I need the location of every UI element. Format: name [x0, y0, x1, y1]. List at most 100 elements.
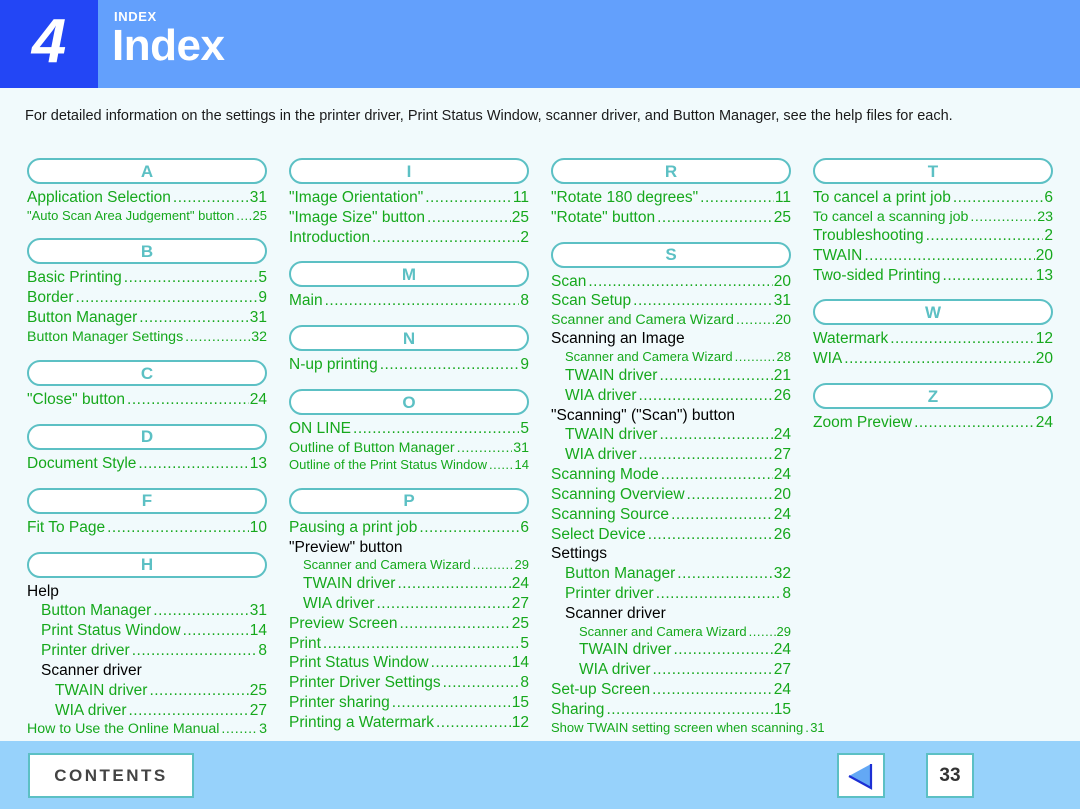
index-entry-label: WIA driver: [565, 386, 637, 404]
index-entry-page: 24: [773, 680, 791, 698]
index-entry-link[interactable]: "Image Size" button.....................…: [289, 208, 529, 228]
index-entry-link[interactable]: Scan....................................…: [551, 272, 791, 292]
index-entry-label: Printer driver: [41, 642, 130, 660]
index-entry-link[interactable]: Printer sharing.........................…: [289, 693, 529, 713]
index-entry-label: Outline of the Print Status Window: [289, 457, 487, 473]
index-entry-link[interactable]: Button Manager..........................…: [551, 564, 791, 584]
index-entry-label: Scanner and Camera Wizard: [579, 623, 747, 639]
index-entry-link[interactable]: Fit To Page.............................…: [27, 518, 267, 538]
index-entry-link[interactable]: TWAIN driver............................…: [289, 574, 529, 594]
index-entry-link[interactable]: Preview Screen..........................…: [289, 614, 529, 634]
index-entry-label: Button Manager: [27, 309, 138, 327]
index-entry-link[interactable]: WIA.....................................…: [813, 349, 1053, 369]
index-entry-link[interactable]: ON LINE.................................…: [289, 419, 529, 439]
index-entry-label: WIA driver: [565, 446, 637, 464]
index-entry-link[interactable]: WIA driver..............................…: [27, 701, 267, 721]
index-entry-link[interactable]: Scanning Mode...........................…: [551, 465, 791, 485]
index-entry-link[interactable]: Basic Printing..........................…: [27, 268, 267, 288]
index-entry-label: Button Manager: [41, 602, 152, 620]
index-entry-link[interactable]: N-up printing...........................…: [289, 355, 529, 375]
index-entry-link[interactable]: Scanner and Camera Wizard...............…: [551, 624, 791, 641]
index-entry-link[interactable]: Scanner and Camera Wizard...............…: [551, 349, 791, 366]
index-entry-label: "Preview" button: [289, 538, 403, 556]
index-entry-link[interactable]: Two-sided Printing......................…: [813, 266, 1053, 286]
leader-dots: ........................................…: [652, 680, 773, 698]
index-entry-label: Scanner driver: [41, 661, 142, 679]
index-entry-label: Basic Printing: [27, 269, 122, 287]
index-entry-link[interactable]: TWAIN...................................…: [813, 246, 1053, 266]
index-entry-link[interactable]: "Auto Scan Area Judgement" button.......…: [27, 208, 267, 225]
index-entry-link[interactable]: Main....................................…: [289, 291, 529, 311]
index-entry-link[interactable]: Print...................................…: [289, 634, 529, 654]
index-entry-link[interactable]: Show TWAIN setting screen when scanning.…: [551, 720, 825, 737]
index-entry-link[interactable]: Introduction............................…: [289, 228, 529, 248]
index-entry-link[interactable]: Troubleshooting.........................…: [813, 226, 1053, 246]
leader-dots: ........................................…: [588, 272, 772, 290]
letter-heading-f: F: [27, 487, 267, 514]
index-entry-page: 2: [1044, 227, 1053, 244]
index-entry-link[interactable]: Border..................................…: [27, 288, 267, 308]
index-entry-link[interactable]: WIA driver..............................…: [551, 386, 791, 406]
index-entry-link[interactable]: Scanning Overview.......................…: [551, 485, 791, 505]
index-entry-link[interactable]: Zoom Preview............................…: [813, 413, 1053, 433]
index-entry-link[interactable]: To cancel a print job...................…: [813, 188, 1053, 208]
index-entry-link[interactable]: Printing a Watermark....................…: [289, 713, 529, 733]
index-entry-label: Troubleshooting: [813, 227, 924, 244]
index-entry-label: TWAIN driver: [303, 575, 396, 593]
index-entry-link[interactable]: "Close" button..........................…: [27, 390, 267, 410]
index-entry-link[interactable]: "Rotate" button.........................…: [551, 208, 791, 228]
index-entry-label: To cancel a scanning job: [813, 208, 969, 225]
index-entry-link[interactable]: Sharing.................................…: [551, 700, 791, 720]
index-entry-link[interactable]: Scanner and Camera Wizard...............…: [289, 557, 529, 574]
index-entry-label: Scan: [551, 272, 587, 290]
index-entry-link[interactable]: Button Manager..........................…: [27, 308, 267, 328]
index-entry-link[interactable]: "Image Orientation".....................…: [289, 188, 529, 208]
index-entry-label: Scanner and Camera Wizard: [303, 557, 471, 573]
index-entry-link[interactable]: TWAIN driver............................…: [551, 425, 791, 445]
index-entry-link[interactable]: WIA driver..............................…: [551, 660, 791, 680]
index-entry-link[interactable]: Watermark...............................…: [813, 329, 1053, 349]
index-entry-label: Main: [289, 292, 323, 310]
index-entry-link[interactable]: Pausing a print job.....................…: [289, 518, 529, 538]
letter-heading-t: T: [813, 158, 1053, 184]
previous-page-button[interactable]: [837, 753, 885, 798]
index-entry-label: Application Selection: [27, 189, 171, 206]
index-entry-link[interactable]: Print Status Window.....................…: [289, 653, 529, 673]
index-entry-label: Scanner driver: [565, 604, 666, 622]
letter-heading-c: C: [27, 360, 267, 387]
index-entry-link[interactable]: How to Use the Online Manual............…: [27, 720, 267, 738]
index-entry-link[interactable]: Print Status Window.....................…: [27, 621, 267, 641]
index-entry-heading: Scanner driver..........................…: [27, 661, 267, 681]
index-entry-link[interactable]: Document Style..........................…: [27, 454, 267, 474]
leader-dots: ........................................…: [376, 594, 511, 612]
index-entry-link[interactable]: Scan Setup..............................…: [551, 291, 791, 311]
index-entry-link[interactable]: Select Device...........................…: [551, 525, 791, 545]
index-entry-link[interactable]: WIA driver..............................…: [289, 594, 529, 614]
index-entry-page: 6: [1044, 189, 1053, 206]
index-entry-link[interactable]: Outline of Button Manager...............…: [289, 439, 529, 457]
index-entry-label: Introduction: [289, 228, 370, 246]
index-entry-page: 25: [252, 207, 267, 223]
index-entry-link[interactable]: Outline of the Print Status Window......…: [289, 457, 529, 474]
index-entry-link[interactable]: TWAIN driver............................…: [551, 640, 791, 660]
index-entry-link[interactable]: Application Selection...................…: [27, 188, 267, 208]
index-entry-page: 5: [258, 269, 267, 287]
contents-button-label: CONTENTS: [54, 765, 168, 785]
index-entry-link[interactable]: Printer Driver Settings.................…: [289, 673, 529, 693]
index-entry-link[interactable]: Set-up Screen...........................…: [551, 680, 791, 700]
contents-button[interactable]: CONTENTS: [28, 753, 194, 798]
index-entry-link[interactable]: TWAIN driver............................…: [27, 681, 267, 701]
index-entry-link[interactable]: To cancel a scanning job................…: [813, 208, 1053, 226]
index-entry-link[interactable]: Scanner and Camera Wizard...............…: [551, 311, 791, 329]
index-entry-link[interactable]: Button Manager Settings.................…: [27, 328, 267, 346]
index-entry-link[interactable]: "Rotate 180 degrees"....................…: [551, 188, 791, 208]
index-entry-label: Scanning Source: [551, 505, 670, 523]
index-entry-link[interactable]: Printer driver..........................…: [551, 584, 791, 604]
index-entry-link[interactable]: Button Manager..........................…: [27, 601, 267, 621]
index-entry-page: 20: [1035, 350, 1053, 368]
index-entry-link[interactable]: WIA driver..............................…: [551, 445, 791, 465]
index-entry-link[interactable]: Printer driver..........................…: [27, 641, 267, 661]
leader-dots: ........................................…: [677, 565, 773, 583]
index-entry-link[interactable]: Scanning Source.........................…: [551, 505, 791, 525]
index-entry-link[interactable]: TWAIN driver............................…: [551, 366, 791, 386]
